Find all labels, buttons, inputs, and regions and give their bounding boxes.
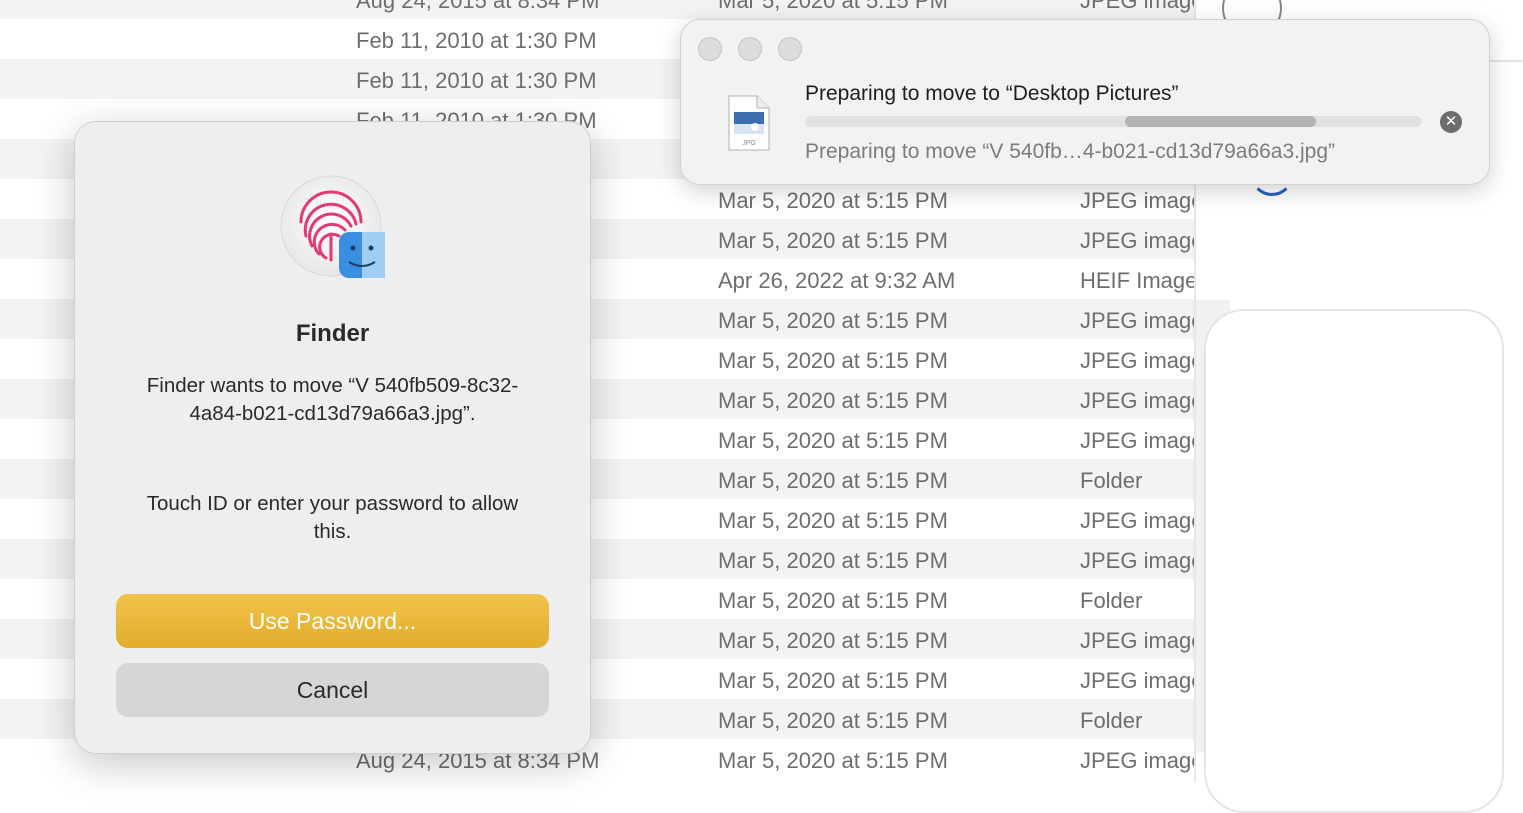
progress-window: JPG Preparing to move to “Desktop Pictur… — [680, 19, 1490, 185]
kind-cell: JPEG image — [1080, 628, 1194, 653]
kind-cell: JPEG image — [1080, 228, 1194, 253]
date-added-cell: Mar 5, 2020 at 5:15 PM — [718, 628, 948, 653]
date-added-cell: Mar 5, 2020 at 5:15 PM — [718, 708, 948, 733]
kind-cell: JPEG image — [1080, 308, 1194, 333]
date-added-cell: Mar 5, 2020 at 5:15 PM — [718, 228, 948, 253]
date-added-cell: Mar 5, 2020 at 5:15 PM — [718, 548, 948, 573]
date-added-cell: Mar 5, 2020 at 5:15 PM — [718, 388, 948, 413]
date-modified-cell: Aug 24, 2015 at 8:34 PM — [356, 0, 600, 13]
date-added-cell: Mar 5, 2020 at 5:15 PM — [718, 348, 948, 373]
date-added-cell: Mar 5, 2020 at 5:15 PM — [718, 748, 948, 773]
date-modified-cell: Feb 11, 2010 at 1:30 PM — [356, 68, 597, 93]
date-added-cell: Mar 5, 2020 at 5:15 PM — [718, 188, 948, 213]
list-item[interactable]: Aug 24, 2015 at 8:34 PM Mar 5, 2020 at 5:… — [0, 0, 1194, 19]
file-type-label: JPG — [742, 140, 756, 147]
kind-cell: JPEG image — [1080, 348, 1194, 373]
kind-cell: JPEG image — [1080, 388, 1194, 413]
date-added-cell: Mar 5, 2020 at 5:15 PM — [718, 588, 948, 613]
date-added-cell: Mar 5, 2020 at 5:15 PM — [718, 468, 948, 493]
kind-cell: JPEG image — [1080, 548, 1194, 573]
kind-cell: JPEG image — [1080, 668, 1194, 693]
date-added-cell: Apr 26, 2022 at 9:32 AM — [718, 268, 956, 293]
date-added-cell: Mar 5, 2020 at 5:15 PM — [718, 508, 948, 533]
progress-title: Preparing to move to “Desktop Pictures” — [805, 82, 1179, 105]
progress-bar-fill — [1125, 116, 1316, 127]
zoom-window-button[interactable] — [778, 37, 802, 61]
touch-id-finder-icon — [280, 175, 385, 278]
kind-cell: JPEG image — [1080, 748, 1194, 773]
kind-cell: HEIF Image — [1080, 268, 1194, 293]
cancel-button[interactable]: Cancel — [116, 663, 549, 717]
kind-cell: JPEG image — [1080, 508, 1194, 533]
dialog-hint: Touch ID or enter your password to allow… — [146, 492, 519, 543]
kind-cell: Folder — [1080, 468, 1143, 493]
date-added-cell: Mar 5, 2020 at 5:15 PM — [718, 428, 948, 453]
close-window-button[interactable] — [698, 37, 722, 61]
date-added-cell: Mar 5, 2020 at 5:15 PM — [718, 308, 948, 333]
progress-subtitle: Preparing to move “V 540fb…4-b021-cd13d7… — [805, 140, 1336, 163]
auth-dialog: Finder Finder wants to move “V 540fb509-… — [74, 121, 591, 754]
date-added-cell: Mar 5, 2020 at 5:15 PM — [718, 668, 948, 693]
date-added-cell: Mar 5, 2020 at 5:15 PM — [718, 0, 948, 13]
use-password-button[interactable]: Use Password... — [116, 594, 549, 648]
kind-cell: Folder — [1080, 588, 1143, 613]
minimize-window-button[interactable] — [738, 37, 762, 61]
progress-bar — [805, 116, 1422, 127]
kind-cell: Folder — [1080, 708, 1143, 733]
dialog-message: Finder wants to move “V 540fb509-8c32-4a… — [146, 374, 519, 425]
jpg-file-icon: JPG — [728, 95, 770, 151]
preview-card — [1204, 309, 1504, 813]
kind-cell: JPEG image — [1080, 428, 1194, 453]
kind-cell: JPEG image — [1080, 0, 1194, 13]
kind-cell: JPEG image — [1080, 188, 1194, 213]
date-modified-cell: Feb 11, 2010 at 1:30 PM — [356, 28, 597, 53]
dialog-title: Finder — [295, 320, 370, 347]
x-circle-icon[interactable]: ✕ — [1440, 111, 1462, 133]
